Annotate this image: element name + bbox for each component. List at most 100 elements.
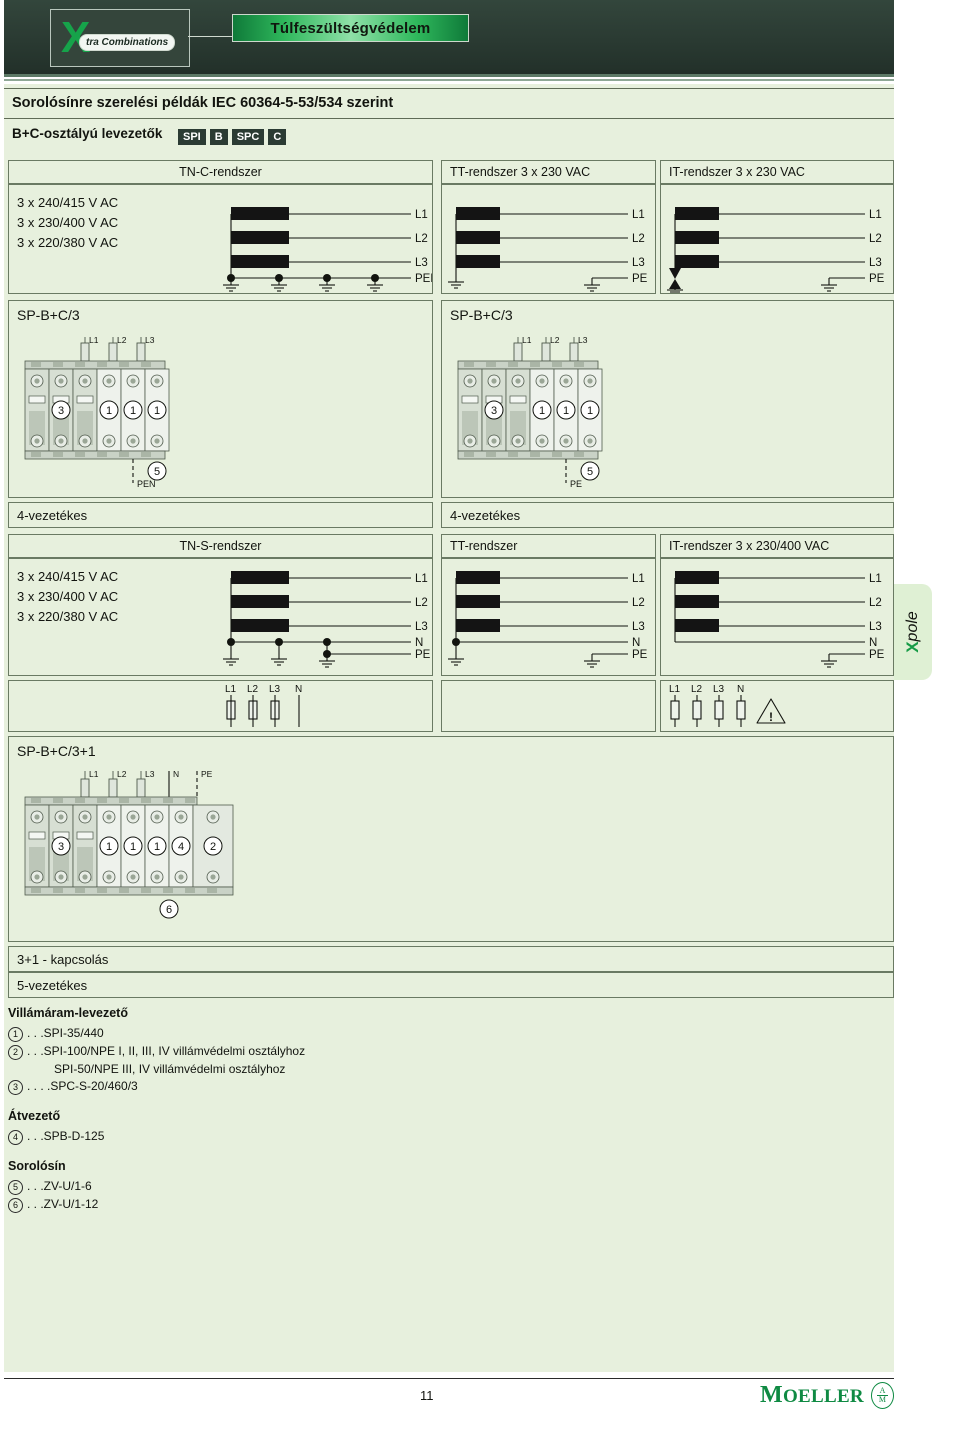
svg-text:PE: PE	[869, 273, 885, 285]
svg-text:L3: L3	[145, 769, 155, 779]
col-header-tt-230: TT-rendszer 3 x 230 VAC	[441, 160, 656, 184]
summary-switching: 3+1 - kapcsolás	[8, 946, 894, 972]
svg-text:L2: L2	[691, 684, 703, 695]
svg-text:1: 1	[154, 405, 160, 417]
svg-text:L2: L2	[869, 233, 882, 245]
svg-text:3: 3	[58, 841, 64, 853]
svg-text:1: 1	[587, 405, 593, 417]
col-header-it-400: IT-rendszer 3 x 230/400 VAC	[660, 534, 894, 558]
svg-text:PE: PE	[869, 649, 885, 661]
moeller-wordmark: MOELLER	[760, 1382, 864, 1409]
header-rule-thin	[4, 79, 894, 81]
svg-text:1: 1	[154, 841, 160, 853]
diagram-it-400: L1 L2 L3 N PE	[660, 558, 894, 676]
svg-text:L2: L2	[632, 233, 645, 245]
svg-text:3: 3	[58, 405, 64, 417]
badge-c: C	[268, 129, 287, 145]
svg-text:5: 5	[587, 466, 593, 478]
voltage-2-row2: 3 x 230/400 V AC	[17, 589, 119, 604]
wire-count-left: 4-vezetékes	[8, 502, 433, 528]
side-tab-label: Xpole	[894, 584, 932, 680]
voltage-3-row2: 3 x 220/380 V AC	[17, 609, 119, 624]
svg-text:N: N	[737, 684, 744, 695]
legend-number-2: 2	[8, 1045, 23, 1060]
svg-text:L3: L3	[632, 621, 645, 633]
badge-b: B	[209, 129, 228, 145]
svg-text:1: 1	[106, 841, 112, 853]
svg-text:PE: PE	[201, 769, 213, 779]
svg-text:L2: L2	[247, 684, 259, 695]
voltage-list-row1: 3 x 240/415 V AC 3 x 230/400 V AC 3 x 22…	[17, 193, 118, 253]
section-title-chip: Túlfeszültségvédelem	[232, 14, 469, 42]
legend-number-5: 5	[8, 1180, 23, 1195]
col-header-it-230: IT-rendszer 3 x 230 VAC	[660, 160, 894, 184]
col-header-tn-c-text: TN-C-rendszer	[179, 165, 262, 179]
wire-count-right-text: 4-vezetékes	[450, 508, 521, 523]
legend-number-4: 4	[8, 1130, 23, 1145]
svg-text:L3: L3	[713, 684, 725, 695]
svg-text:L2: L2	[550, 335, 560, 345]
wire-count-right: 4-vezetékes	[441, 502, 894, 528]
svg-text:L3: L3	[869, 621, 882, 633]
module-right-drawing: L1 L2 L3 PE 3 1 1 1 5	[457, 335, 603, 489]
headline-class: B+C-osztályú levezetők	[4, 118, 894, 149]
class-badge-group: SPI B SPC C	[178, 129, 287, 145]
svg-text:PE: PE	[570, 479, 582, 489]
wire-count-left-text: 4-vezetékes	[17, 508, 88, 523]
svg-text:PE: PE	[632, 273, 648, 285]
badge-spc: SPC	[231, 129, 265, 145]
svg-text:N: N	[869, 637, 877, 649]
svg-text:!: !	[769, 710, 773, 724]
legend-item: 4 . . .SPB-D-125	[8, 1128, 528, 1145]
voltage-3: 3 x 220/380 V AC	[17, 235, 119, 250]
svg-text:L3: L3	[632, 257, 645, 269]
diagram-tt-230: L1 L2 L3 PE	[441, 184, 656, 294]
col-header-tt-text: TT-rendszer	[450, 539, 518, 553]
legend-number-6: 6	[8, 1198, 23, 1213]
fuse-symbols-left: L1 L2 L3 N	[225, 684, 302, 727]
page-header: X tra Combinations Túlfeszültségvédelem	[4, 0, 894, 74]
svg-text:PEN: PEN	[415, 273, 432, 285]
summary-wirecount-text: 5-vezetékes	[17, 978, 88, 993]
header-rule-thick	[4, 74, 894, 77]
col-header-tn-c: TN-C-rendszer	[8, 160, 433, 184]
svg-text:L1: L1	[869, 573, 882, 585]
svg-text:L1: L1	[225, 684, 237, 695]
header-connector-line	[188, 36, 232, 37]
logo-wordmark: tra Combinations	[79, 34, 176, 51]
it-230-schematic: L1 L2 L3 PE	[667, 207, 885, 293]
legend-number-1: 1	[8, 1027, 23, 1042]
legend-number-3: 3	[8, 1080, 23, 1095]
legend-text-2: . . .SPI-100/NPE I, II, III, IV villámvé…	[27, 1044, 306, 1058]
headline-standard-text: Sorolósínre szerelési példák IEC 60364-5…	[12, 95, 394, 111]
module-left-drawing: L1 L2 L3 PEN 3 1 1 1 5	[24, 335, 170, 489]
svg-text:L2: L2	[117, 769, 127, 779]
svg-text:L2: L2	[632, 597, 645, 609]
moeller-rest: OELLER	[782, 1386, 864, 1407]
side-tab-pole: pole	[904, 611, 921, 642]
it-400-schematic: L1 L2 L3 N PE	[674, 571, 885, 668]
svg-text:1: 1	[130, 841, 136, 853]
svg-text:L3: L3	[269, 684, 281, 695]
moeller-mark-bottom: M	[878, 1395, 887, 1404]
svg-text:2: 2	[210, 841, 216, 853]
col-header-tn-s: TN-S-rendszer	[8, 534, 433, 558]
svg-text:N: N	[295, 684, 302, 695]
svg-text:L3: L3	[145, 335, 155, 345]
moeller-mark-icon: A M	[870, 1382, 894, 1409]
svg-text:1: 1	[130, 405, 136, 417]
svg-text:L1: L1	[415, 209, 428, 221]
summary-wirecount: 5-vezetékes	[8, 972, 894, 998]
svg-text:5: 5	[154, 466, 160, 478]
badge-spi: SPI	[178, 129, 206, 145]
legend-group3-title: Sorolósín	[8, 1159, 66, 1173]
diagram-tt: L1 L2 L3 N PE	[441, 558, 656, 676]
legend-text-1: . . .SPI-35/440	[27, 1026, 104, 1040]
legend-item: 3 . . . .SPC-S-20/460/3	[8, 1078, 528, 1095]
svg-text:N: N	[632, 637, 640, 649]
diagram-tn-s: 3 x 240/415 V AC 3 x 230/400 V AC 3 x 22…	[8, 558, 433, 676]
legend-spacer	[8, 1146, 528, 1159]
voltage-2: 3 x 230/400 V AC	[17, 215, 119, 230]
legend-item: 1 . . .SPI-35/440	[8, 1025, 528, 1042]
voltage-1-row2: 3 x 240/415 V AC	[17, 569, 119, 584]
